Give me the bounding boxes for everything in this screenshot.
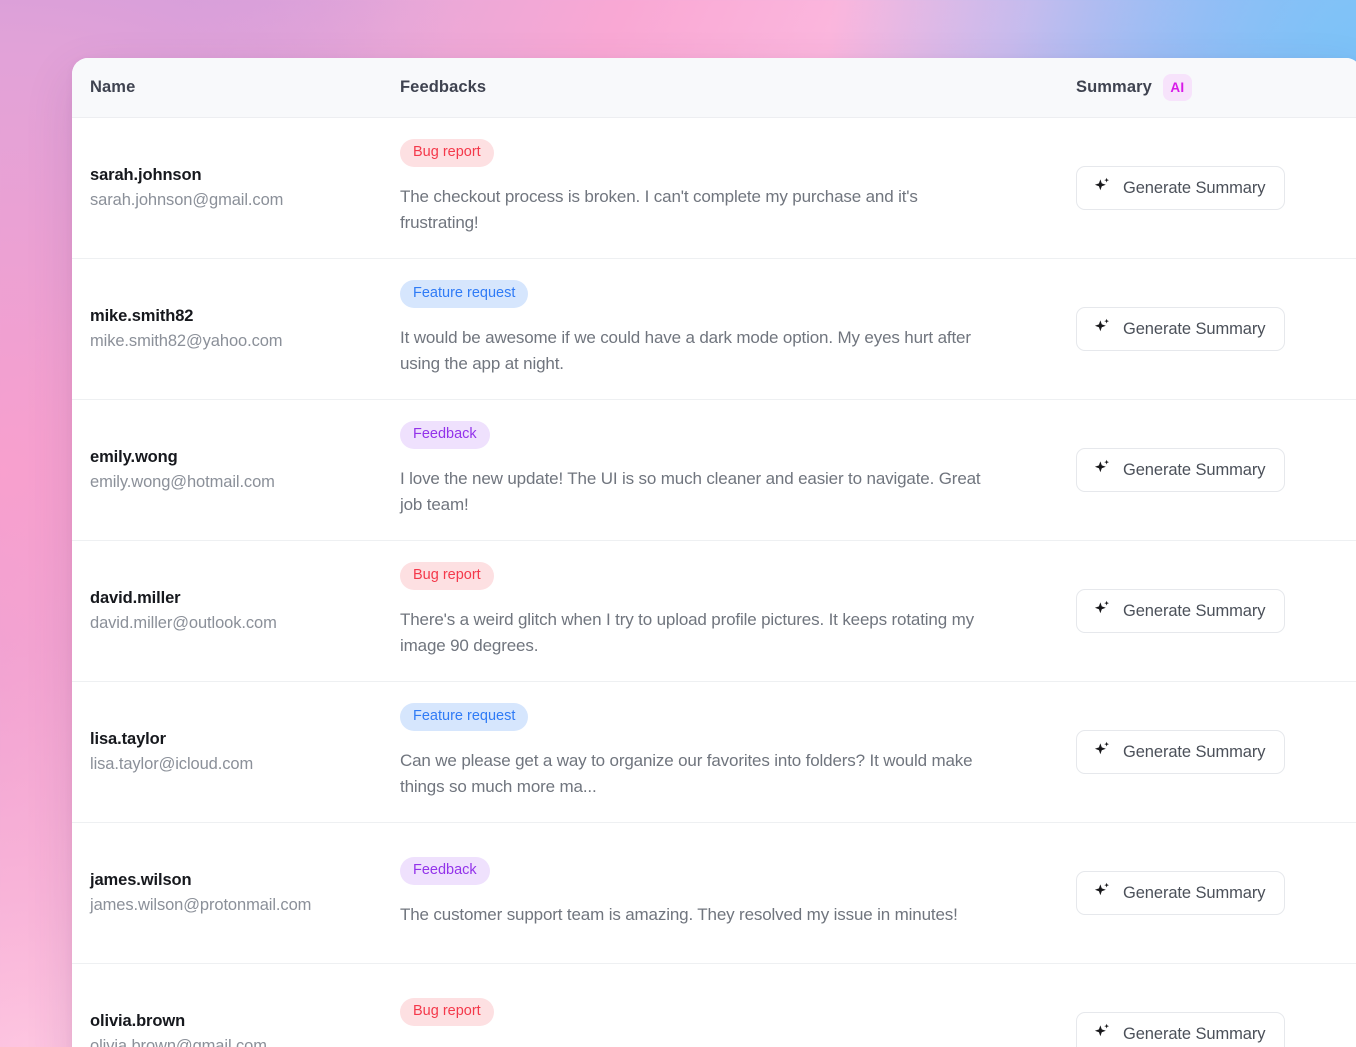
table-row[interactable]: olivia.brown olivia.brown@gmail.com Bug … [72, 964, 1356, 1047]
sparkle-icon [1093, 740, 1112, 764]
feedback-tag-badge: Bug report [400, 998, 494, 1027]
user-cell: emily.wong emily.wong@hotmail.com [72, 446, 400, 495]
feedback-tag-badge: Feature request [400, 703, 529, 731]
column-header-feedbacks: Feedbacks [400, 78, 487, 96]
user-name: olivia.brown [90, 1011, 186, 1030]
feedback-text: Can we please get a way to organize our … [400, 750, 973, 797]
feedback-cell: Feedback The customer support team is am… [400, 857, 1076, 928]
sparkle-icon [1093, 881, 1112, 905]
user-cell: sarah.johnson sarah.johnson@gmail.com [72, 164, 400, 213]
table-row[interactable]: sarah.johnson sarah.johnson@gmail.com Bu… [72, 118, 1356, 259]
summary-cell: Generate Summary [1076, 307, 1356, 351]
summary-cell: Generate Summary [1076, 730, 1356, 774]
user-cell: david.miller david.miller@outlook.com [72, 587, 400, 636]
feedback-cell: Bug report The checkout process is broke… [400, 139, 1076, 236]
summary-cell: Generate Summary [1076, 589, 1356, 633]
generate-summary-label: Generate Summary [1123, 178, 1266, 197]
generate-summary-label: Generate Summary [1123, 601, 1266, 620]
user-email: emily.wong@hotmail.com [90, 472, 275, 491]
generate-summary-button[interactable]: Generate Summary [1076, 166, 1286, 210]
table-row[interactable]: james.wilson james.wilson@protonmail.com… [72, 823, 1356, 964]
feedback-cell: Feature request Can we please get a way … [400, 703, 1076, 800]
summary-cell: Generate Summary [1076, 871, 1356, 915]
feedback-tag-badge: Feedback [400, 421, 490, 449]
generate-summary-button[interactable]: Generate Summary [1076, 871, 1286, 915]
column-header-summary: Summary AI [1076, 74, 1356, 101]
user-email: sarah.johnson@gmail.com [90, 190, 284, 209]
column-header-name: Name [90, 78, 136, 96]
generate-summary-label: Generate Summary [1123, 883, 1266, 902]
user-cell: james.wilson james.wilson@protonmail.com [72, 869, 400, 918]
generate-summary-label: Generate Summary [1123, 460, 1266, 479]
user-name: james.wilson [90, 870, 192, 889]
feedback-text: The checkout process is broken. I can't … [400, 186, 918, 233]
sparkle-icon [1093, 317, 1112, 341]
sparkle-icon [1093, 458, 1112, 482]
table-row[interactable]: david.miller david.miller@outlook.com Bu… [72, 541, 1356, 682]
generate-summary-button[interactable]: Generate Summary [1076, 307, 1286, 351]
user-email: lisa.taylor@icloud.com [90, 754, 254, 773]
generate-summary-button[interactable]: Generate Summary [1076, 730, 1286, 774]
sparkle-icon [1093, 599, 1112, 623]
user-email: mike.smith82@yahoo.com [90, 331, 283, 350]
feedback-cell: Bug report The app keeps crashing every … [400, 998, 1076, 1047]
table-row[interactable]: emily.wong emily.wong@hotmail.com Feedba… [72, 400, 1356, 541]
generate-summary-label: Generate Summary [1123, 319, 1266, 338]
generate-summary-button[interactable]: Generate Summary [1076, 448, 1286, 492]
feedback-tag-badge: Bug report [400, 562, 494, 590]
user-email: olivia.brown@gmail.com [90, 1036, 267, 1047]
table-row[interactable]: mike.smith82 mike.smith82@yahoo.com Feat… [72, 259, 1356, 400]
generate-summary-button[interactable]: Generate Summary [1076, 589, 1286, 633]
table-row[interactable]: lisa.taylor lisa.taylor@icloud.com Featu… [72, 682, 1356, 823]
column-header-summary-label: Summary [1076, 78, 1152, 96]
feedback-text: I love the new update! The UI is so much… [400, 468, 981, 515]
user-name: mike.smith82 [90, 306, 194, 325]
feedback-text: There's a weird glitch when I try to upl… [400, 609, 974, 656]
feedback-cell: Feature request It would be awesome if w… [400, 280, 1076, 377]
table-body: sarah.johnson sarah.johnson@gmail.com Bu… [72, 118, 1356, 1047]
feedback-tag-badge: Bug report [400, 139, 494, 167]
feedback-cell: Feedback I love the new update! The UI i… [400, 421, 1076, 518]
feedback-tag-badge: Feedback [400, 857, 490, 886]
user-email: james.wilson@protonmail.com [90, 895, 312, 914]
sparkle-icon [1093, 176, 1112, 200]
summary-cell: Generate Summary [1076, 166, 1356, 210]
feedback-text: It would be awesome if we could have a d… [400, 327, 971, 374]
feedback-text: The customer support team is amazing. Th… [400, 905, 958, 925]
feedback-table-card: Name Feedbacks Summary AI sarah.johnson … [72, 58, 1356, 1047]
generate-summary-button[interactable]: Generate Summary [1076, 1012, 1286, 1047]
feedback-text: The app keeps crashing every time I try … [400, 1043, 1000, 1047]
user-email: david.miller@outlook.com [90, 613, 277, 632]
user-name: david.miller [90, 588, 181, 607]
generate-summary-label: Generate Summary [1123, 742, 1266, 761]
table-header-row: Name Feedbacks Summary AI [72, 58, 1356, 118]
user-name: lisa.taylor [90, 729, 166, 748]
summary-cell: Generate Summary [1076, 448, 1356, 492]
user-cell: olivia.brown olivia.brown@gmail.com [72, 1010, 400, 1047]
generate-summary-label: Generate Summary [1123, 1024, 1266, 1043]
ai-badge: AI [1162, 74, 1192, 101]
sparkle-icon [1093, 1022, 1112, 1046]
feedback-tag-badge: Feature request [400, 280, 529, 308]
summary-cell: Generate Summary [1076, 1012, 1356, 1047]
user-name: emily.wong [90, 447, 178, 466]
user-name: sarah.johnson [90, 165, 202, 184]
user-cell: lisa.taylor lisa.taylor@icloud.com [72, 728, 400, 777]
user-cell: mike.smith82 mike.smith82@yahoo.com [72, 305, 400, 354]
feedback-cell: Bug report There's a weird glitch when I… [400, 562, 1076, 659]
